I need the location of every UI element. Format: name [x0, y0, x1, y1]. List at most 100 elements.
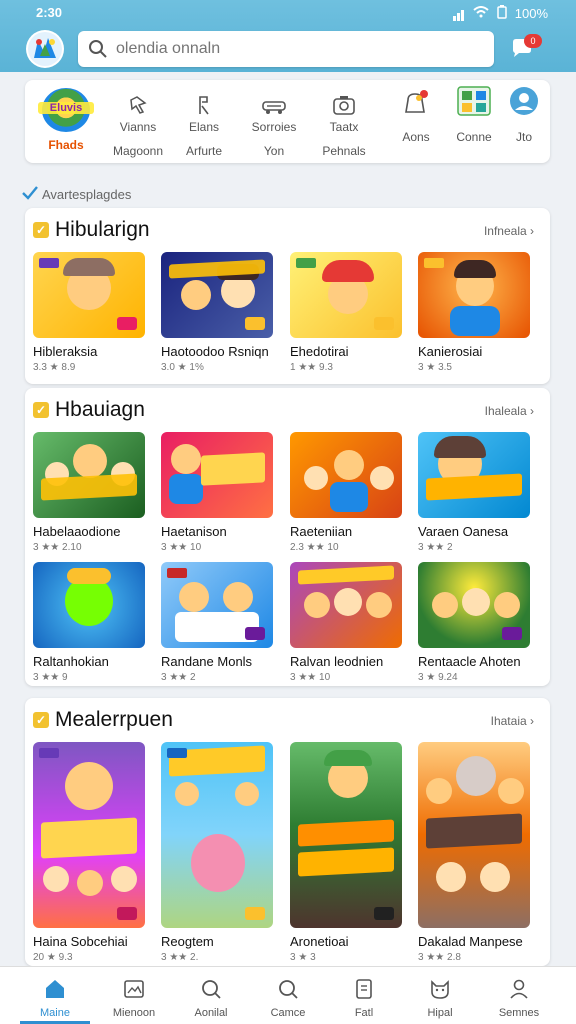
game-tile[interactable]: Rentaacle Ahoten 3 ★ 9.24	[418, 562, 530, 683]
game-thumbnail	[290, 742, 402, 928]
nav-gallery[interactable]: Mienoon	[99, 977, 169, 1019]
game-title: Ralvan leodnien	[290, 654, 384, 669]
see-more-link[interactable]: Infneala ›	[484, 224, 534, 238]
nav-label: Fatl	[354, 1007, 374, 1019]
games-icon	[253, 977, 323, 1001]
nav-label: Aonilal	[194, 1007, 228, 1019]
game-tile[interactable]: Hibleraksia 3.3 ★ 8.9	[33, 252, 145, 373]
game-section: ✓ Mealerrpuen Ihataia › Haina Sobcehiai 2…	[25, 698, 550, 966]
game-title: Dakalad Manpese	[418, 934, 523, 949]
game-tile[interactable]: Dakalad Manpese 3 ★★ 2.8	[418, 742, 530, 963]
game-rating: 3 ★★ 2.	[161, 952, 199, 963]
notifications-button[interactable]: 0	[510, 34, 542, 64]
game-tile[interactable]: Reogtem 3 ★★ 2.	[161, 742, 273, 963]
runner-icon	[169, 88, 239, 116]
section-heading-text: Avartesplagdes	[42, 187, 132, 202]
game-tile[interactable]: Ralvan leodnien 3 ★★ 10	[290, 562, 402, 683]
game-thumbnail	[161, 742, 273, 928]
game-title: Kanierosiai	[418, 344, 483, 359]
category-strip: Eluvis Fhads Vianns Magoonn Elans Arfurt…	[25, 80, 550, 163]
checkbox-icon: ✓	[33, 402, 49, 418]
search-icon	[88, 39, 108, 64]
game-tile[interactable]: Kanierosiai 3 ★ 3.5	[418, 252, 530, 373]
game-rating: 3 ★★ 2.10	[33, 542, 82, 553]
section-title: Hibularign	[55, 218, 150, 241]
game-tile[interactable]: Raeteniian 2.3 ★★ 10	[290, 432, 402, 553]
nav-label: Maine	[40, 1007, 70, 1019]
category-label: Vianns	[119, 120, 157, 134]
see-more-link[interactable]: Ihataia ›	[491, 714, 534, 728]
section-heading: Avartesplagdes	[22, 186, 131, 203]
profile-icon	[489, 87, 559, 116]
search-input[interactable]	[116, 37, 476, 61]
bottom-navigation: Maine Mienoon Aonilal Camce Fatl Hipal S…	[0, 966, 576, 1024]
game-tile[interactable]: Ehedotirai 1 ★★ 9.3	[290, 252, 402, 373]
game-thumbnail	[33, 742, 145, 928]
game-title: Randane Monls	[161, 654, 253, 669]
game-tile[interactable]: Haotoodoo Rsniqn 3.0 ★ 1%	[161, 252, 273, 373]
notification-badge: 0	[524, 34, 542, 48]
nav-pet[interactable]: Hipal	[405, 977, 475, 1019]
status-time: 2:30	[36, 5, 63, 20]
game-title: Varaen Oanesa	[418, 524, 509, 539]
category-sublabel: Jto	[515, 130, 532, 144]
game-rating: 3 ★ 3.5	[418, 362, 452, 373]
game-rating: 3 ★ 9.24	[418, 672, 458, 683]
game-tile[interactable]: Haina Sobcehiai 20 ★ 9.3	[33, 742, 145, 963]
game-thumbnail	[161, 252, 273, 338]
nav-label: Hipal	[427, 1007, 453, 1019]
category-sublabel: Yon	[263, 144, 285, 158]
category-item[interactable]: Taatx Pehnals	[309, 88, 379, 158]
section-title: Hbauiagn	[55, 398, 145, 421]
game-tile[interactable]: Varaen Oanesa 3 ★★ 2	[418, 432, 530, 553]
category-item[interactable]: Vianns Magoonn	[103, 88, 173, 158]
game-thumbnail	[418, 252, 530, 338]
game-tile[interactable]: Haetanison 3 ★★ 10	[161, 432, 273, 553]
search-bar[interactable]	[78, 31, 494, 67]
game-rating: 1 ★★ 9.3	[290, 362, 333, 373]
category-item[interactable]: Sorroies Yon	[239, 88, 309, 158]
game-rating: 3 ★★ 2.8	[418, 952, 461, 963]
app-logo-icon[interactable]	[26, 30, 64, 68]
game-rating: 20 ★ 9.3	[33, 952, 73, 963]
home-icon	[20, 977, 90, 1001]
game-tile[interactable]: Habelaaodione 3 ★★ 2.10	[33, 432, 145, 553]
pointer-icon	[103, 88, 173, 116]
game-thumbnail	[418, 562, 530, 648]
game-title: Ehedotirai	[290, 344, 349, 359]
wifi-icon	[473, 6, 489, 21]
search-icon	[176, 977, 246, 1001]
game-tile[interactable]: Aronetioai 3 ★ 3	[290, 742, 402, 963]
category-label: Sorroies	[251, 120, 297, 134]
nav-search[interactable]: Aonilal	[176, 977, 246, 1019]
game-thumbnail	[290, 432, 402, 518]
nav-games[interactable]: Camce	[253, 977, 323, 1019]
see-more-link[interactable]: Ihaleala ›	[485, 404, 534, 418]
category-item[interactable]: Jto	[489, 87, 559, 144]
game-rating: 3 ★★ 10	[290, 672, 331, 683]
featured-badge-icon: Eluvis	[38, 88, 94, 132]
game-thumbnail	[161, 562, 273, 648]
category-sublabel: Pehnals	[322, 144, 366, 158]
game-thumbnail	[161, 432, 273, 518]
category-label: Taatx	[329, 120, 359, 134]
game-thumbnail	[33, 562, 145, 648]
category-label: Elans	[188, 120, 220, 134]
nav-home[interactable]: Maine	[20, 977, 90, 1019]
game-title: Raeteniian	[290, 524, 353, 539]
game-rating: 3.0 ★ 1%	[161, 362, 204, 373]
game-tile[interactable]: Randane Monls 3 ★★ 2	[161, 562, 273, 683]
category-featured[interactable]: Eluvis Fhads	[31, 88, 101, 152]
game-tile[interactable]: Raltanhokian 3 ★★ 9	[33, 562, 145, 683]
game-section: ✓ Hibularign Infneala › Hibleraksia 3.3 ★…	[25, 208, 550, 384]
nav-profile[interactable]: Semnes	[484, 977, 554, 1019]
person-icon	[484, 977, 554, 1001]
battery-level: 100%	[514, 6, 548, 21]
game-title: Habelaaodione	[33, 524, 121, 539]
category-item[interactable]: Elans Arfurte	[169, 88, 239, 158]
car-icon	[239, 88, 309, 116]
checkmark-icon	[22, 186, 38, 203]
nav-file[interactable]: Fatl	[329, 977, 399, 1019]
game-title: Haotoodoo Rsniqn	[161, 344, 269, 359]
category-sublabel: Magoonn	[112, 144, 164, 158]
